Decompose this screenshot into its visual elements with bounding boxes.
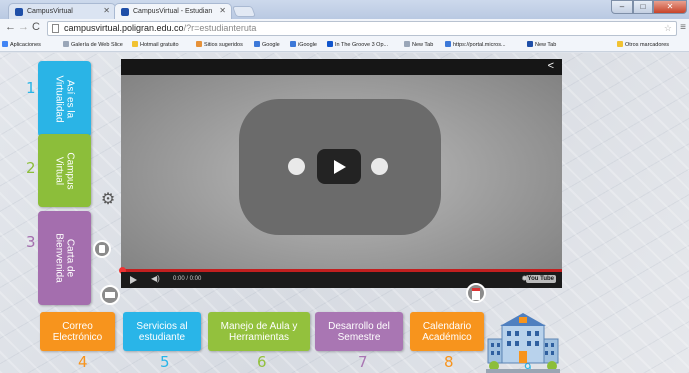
menu-number-1: 1 xyxy=(26,79,36,97)
microsoft-icon xyxy=(445,41,451,47)
page-icon xyxy=(63,41,69,47)
servicios-al-estudiante-button[interactable]: Servicios al estudiante xyxy=(123,312,201,351)
bookmark-item[interactable]: Galería de Web Slice xyxy=(63,41,123,48)
hotmail-icon xyxy=(132,41,138,47)
sites-icon xyxy=(196,41,202,47)
button-label: Carta de Bienvenida xyxy=(53,233,76,283)
video-top-bar: < xyxy=(121,59,562,75)
menu-number-4: 4 xyxy=(78,353,88,371)
menu-number-8: 8 xyxy=(444,353,454,371)
share-icon[interactable]: < xyxy=(548,60,554,72)
page-icon xyxy=(52,24,59,33)
apps-icon xyxy=(2,41,8,47)
calendar-icon xyxy=(466,283,486,303)
browser-toolbar: ← → C campusvirtual.poligran.edu.co/?r=e… xyxy=(0,19,689,38)
reload-icon[interactable]: C xyxy=(32,21,40,33)
menu-number-2: 2 xyxy=(26,159,36,177)
volume-icon[interactable]: ◀) xyxy=(151,274,160,283)
menu-number-5: 5 xyxy=(160,353,170,371)
google-icon xyxy=(254,41,260,47)
bookmark-item[interactable]: iGoogle xyxy=(290,41,317,48)
page-icon xyxy=(404,41,410,47)
url-path: /?r=estudianteruta xyxy=(183,23,257,33)
asi-es-la-virtualidad-button[interactable]: Así es la Virtualidad xyxy=(38,61,91,137)
favicon-icon xyxy=(15,8,23,16)
video-player[interactable]: < ◀) 0:00 / 0:00 ✹ You Tube xyxy=(119,59,562,288)
bookmark-folder[interactable]: Otros marcadores xyxy=(617,41,669,48)
manejo-de-aula-button[interactable]: Manejo de Aula y Herramientas xyxy=(208,312,310,351)
bookmark-item[interactable]: Google xyxy=(254,41,280,48)
new-tab-button[interactable] xyxy=(231,6,257,17)
menu-icon[interactable]: ≡ xyxy=(680,22,686,33)
back-arrow-icon[interactable]: ← xyxy=(5,21,16,33)
campus-virtual-button[interactable]: Campus Virtual xyxy=(38,134,91,207)
minimize-button[interactable]: – xyxy=(611,0,633,14)
loading-dot xyxy=(288,158,305,175)
tab-campusvirtual[interactable]: CampusVirtual ✕ xyxy=(8,3,116,19)
button-label: Así es la Virtualidad xyxy=(53,75,76,123)
calendario-academico-button[interactable]: Calendario Académico xyxy=(410,312,484,351)
tab-close-icon[interactable]: ✕ xyxy=(103,6,110,15)
menu-number-3: 3 xyxy=(26,233,36,251)
bookmark-item[interactable]: New Tab xyxy=(404,41,433,48)
facebook-icon xyxy=(327,41,333,47)
loading-dot xyxy=(371,158,388,175)
poligran-icon xyxy=(527,41,533,47)
bookmark-item[interactable]: Sitios sugeridos xyxy=(196,41,243,48)
gear-icon: ⚙ xyxy=(100,191,116,208)
video-time: 0:00 / 0:00 xyxy=(173,276,202,282)
youtube-button[interactable]: You Tube xyxy=(525,275,556,283)
bookmark-item[interactable]: Aplicaciones xyxy=(2,41,41,48)
menu-number-6: 6 xyxy=(257,353,267,371)
correo-electronico-button[interactable]: Correo Electrónico xyxy=(40,312,115,351)
desarrollo-del-semestre-button[interactable]: Desarrollo del Semestre xyxy=(315,312,403,351)
url-domain: campusvirtual.poligran.edu.co xyxy=(64,23,184,33)
video-controls: ◀) 0:00 / 0:00 ✹ You Tube xyxy=(121,272,562,288)
play-icon[interactable] xyxy=(130,276,137,284)
university-building-icon[interactable] xyxy=(486,311,560,373)
bookmark-item[interactable]: In The Groove 3 Op... xyxy=(327,41,388,48)
play-icon xyxy=(334,160,346,174)
button-label: Campus Virtual xyxy=(53,151,76,190)
maximize-button[interactable]: □ xyxy=(633,0,653,14)
close-window-button[interactable]: ✕ xyxy=(653,0,687,14)
tab-campusvirtual-estudiante[interactable]: CampusVirtual - Estudian ✕ xyxy=(114,3,232,19)
tab-close-icon[interactable]: ✕ xyxy=(219,6,226,15)
menu-number-7: 7 xyxy=(358,353,368,371)
book-icon xyxy=(93,240,111,258)
bookmark-item[interactable]: https://portal.micros... xyxy=(445,41,506,48)
bookmark-item[interactable]: New Tab xyxy=(527,41,556,48)
play-button[interactable] xyxy=(317,149,361,184)
forward-arrow-icon[interactable]: → xyxy=(18,21,29,33)
bookmark-star-icon[interactable]: ☆ xyxy=(664,23,672,34)
browser-tabstrip: CampusVirtual ✕ CampusVirtual - Estudian… xyxy=(0,0,689,19)
bookmarks-bar: Aplicaciones Galería de Web Slice Hotmai… xyxy=(0,38,689,52)
carta-de-bienvenida-button[interactable]: Carta de Bienvenida xyxy=(38,211,91,305)
window-controls: – □ ✕ xyxy=(611,0,687,14)
igoogle-icon xyxy=(290,41,296,47)
address-bar[interactable]: campusvirtual.poligran.edu.co/?r=estudia… xyxy=(47,21,677,36)
tab-label: CampusVirtual xyxy=(27,8,73,15)
tab-label: CampusVirtual - Estudian xyxy=(133,8,213,15)
folder-icon xyxy=(617,41,623,47)
favicon-icon xyxy=(121,8,129,16)
bookmark-item[interactable]: Hotmail gratuito xyxy=(132,41,179,48)
page-content: < ◀) 0:00 / 0:00 ✹ You Tube 1 Así es la … xyxy=(0,53,689,373)
mail-icon xyxy=(100,285,120,305)
